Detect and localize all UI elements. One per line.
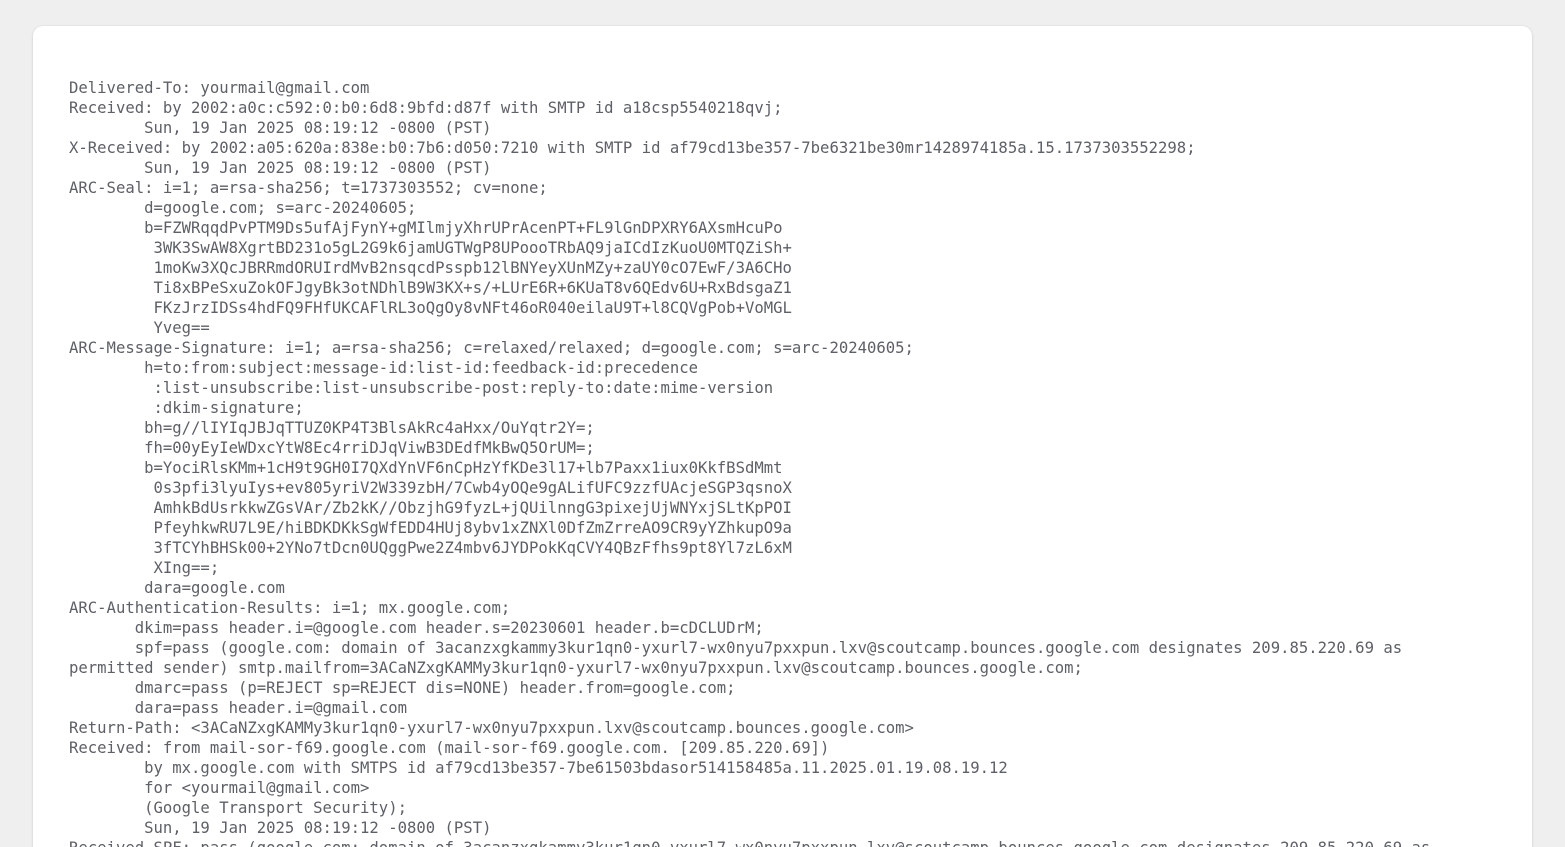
page-viewport: Delivered-To: yourmail@gmail.com Receive… [0, 0, 1565, 847]
email-headers-card: Delivered-To: yourmail@gmail.com Receive… [33, 26, 1532, 847]
raw-email-headers-text: Delivered-To: yourmail@gmail.com Receive… [69, 79, 1430, 847]
